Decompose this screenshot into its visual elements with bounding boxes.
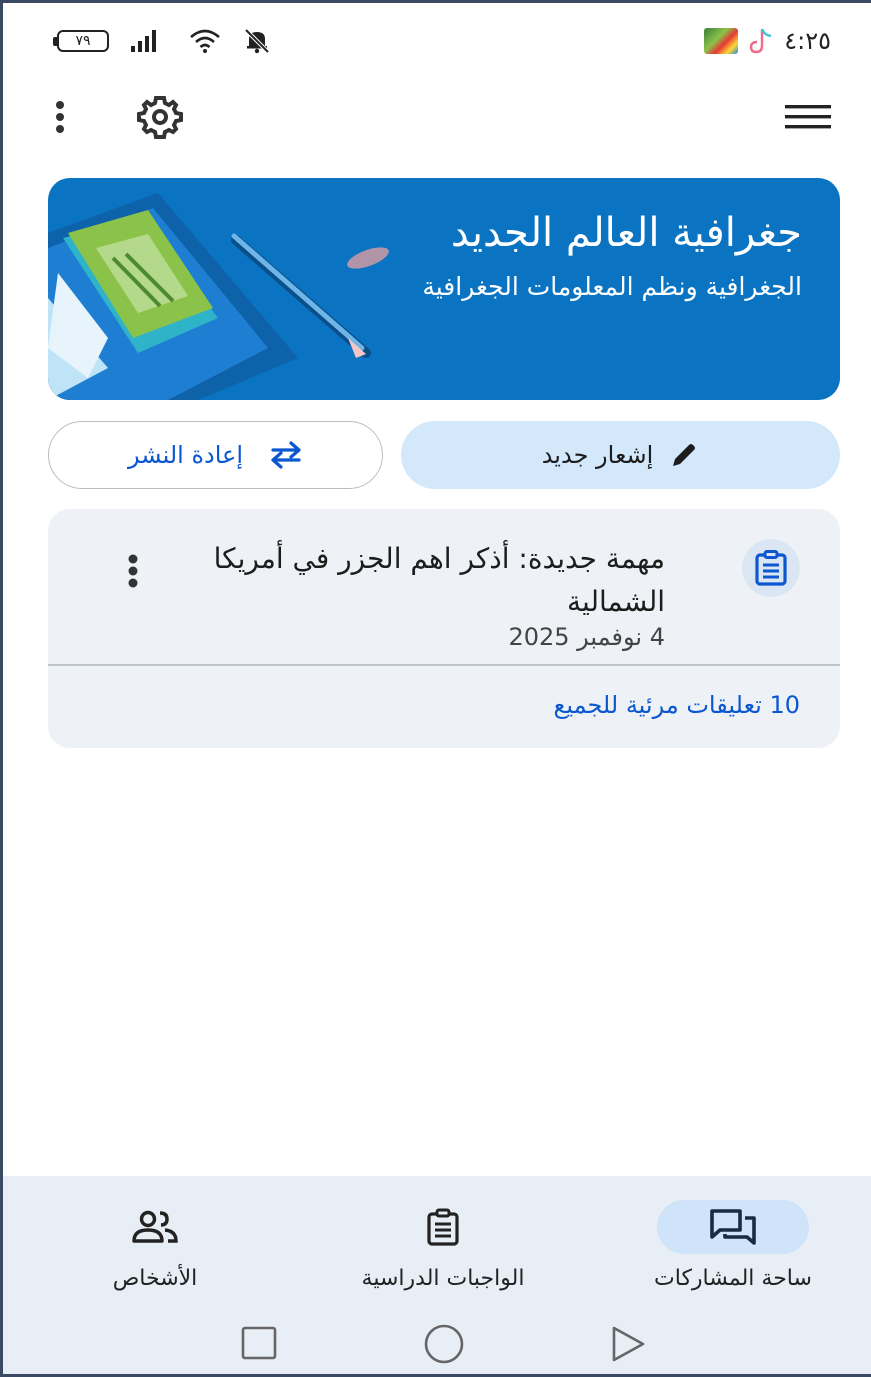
nav-classwork-tab[interactable]: الواجبات الدراسية bbox=[328, 1200, 558, 1291]
repost-button[interactable]: إعادة النشر bbox=[48, 421, 383, 489]
course-title: جغرافية العالم الجديد bbox=[450, 210, 802, 256]
class-comments-link[interactable]: 10 تعليقات مرئية للجميع bbox=[554, 691, 800, 719]
assignment-icon bbox=[427, 1208, 459, 1246]
new-announcement-label: إشعار جديد bbox=[541, 441, 654, 469]
battery-icon: ٧٩ bbox=[53, 30, 109, 52]
pencil-icon bbox=[673, 444, 696, 466]
card-divider bbox=[48, 664, 840, 666]
post-date: 4 نوفمبر 2025 bbox=[508, 623, 665, 651]
assignment-post-card[interactable]: مهمة جديدة: أذكر اهم الجزر في أمريكا الش… bbox=[48, 509, 840, 748]
home-icon[interactable] bbox=[423, 1324, 465, 1364]
nav-people-label: الأشخاص bbox=[112, 1266, 198, 1291]
signal-icon bbox=[131, 30, 156, 52]
people-icon bbox=[132, 1210, 178, 1243]
post-more-options-icon[interactable] bbox=[126, 553, 140, 589]
phone-screen: ٧٩ ٤:٢٥ جغرافية العالم الجديد الجغرافية … bbox=[0, 0, 871, 1377]
nav-stream-tab[interactable]: ساحة المشاركات bbox=[618, 1200, 848, 1291]
nav-active-indicator bbox=[657, 1200, 809, 1254]
nav-classwork-label: الواجبات الدراسية bbox=[361, 1266, 525, 1291]
course-subtitle: الجغرافية ونظم المعلومات الجغرافية bbox=[422, 272, 802, 301]
nav-people-tab[interactable]: الأشخاص bbox=[40, 1200, 270, 1291]
assignment-icon bbox=[755, 550, 787, 586]
system-navigation-bar bbox=[3, 1324, 871, 1364]
hamburger-menu-icon[interactable] bbox=[785, 104, 831, 130]
repost-label: إعادة النشر bbox=[127, 441, 244, 469]
back-icon[interactable] bbox=[609, 1324, 647, 1364]
nav-stream-label: ساحة المشاركات bbox=[654, 1266, 812, 1291]
bottom-navigation: ساحة المشاركات الواجبات الدراسية الأشخاص bbox=[3, 1176, 871, 1374]
more-vert-icon[interactable] bbox=[53, 100, 67, 134]
repost-icon bbox=[271, 441, 301, 469]
battery-level: ٧٩ bbox=[57, 30, 109, 52]
course-banner[interactable]: جغرافية العالم الجديد الجغرافية ونظم الم… bbox=[48, 178, 840, 400]
top-app-bar bbox=[53, 93, 831, 141]
assignment-icon-badge bbox=[742, 539, 800, 597]
status-bar: ٧٩ ٤:٢٥ bbox=[53, 23, 831, 59]
settings-gear-icon[interactable] bbox=[137, 94, 183, 140]
post-title[interactable]: مهمة جديدة: أذكر اهم الجزر في أمريكا الش… bbox=[165, 537, 665, 623]
forum-icon bbox=[710, 1209, 756, 1245]
gallery-thumbnail-icon bbox=[704, 28, 739, 54]
notifications-off-icon bbox=[244, 28, 270, 54]
book-and-pencil-illustration bbox=[48, 193, 389, 400]
recents-icon[interactable] bbox=[240, 1324, 278, 1362]
wifi-icon bbox=[190, 29, 220, 53]
clock: ٤:٢٥ bbox=[784, 27, 831, 55]
tiktok-icon bbox=[750, 28, 772, 54]
new-announcement-button[interactable]: إشعار جديد bbox=[401, 421, 840, 489]
